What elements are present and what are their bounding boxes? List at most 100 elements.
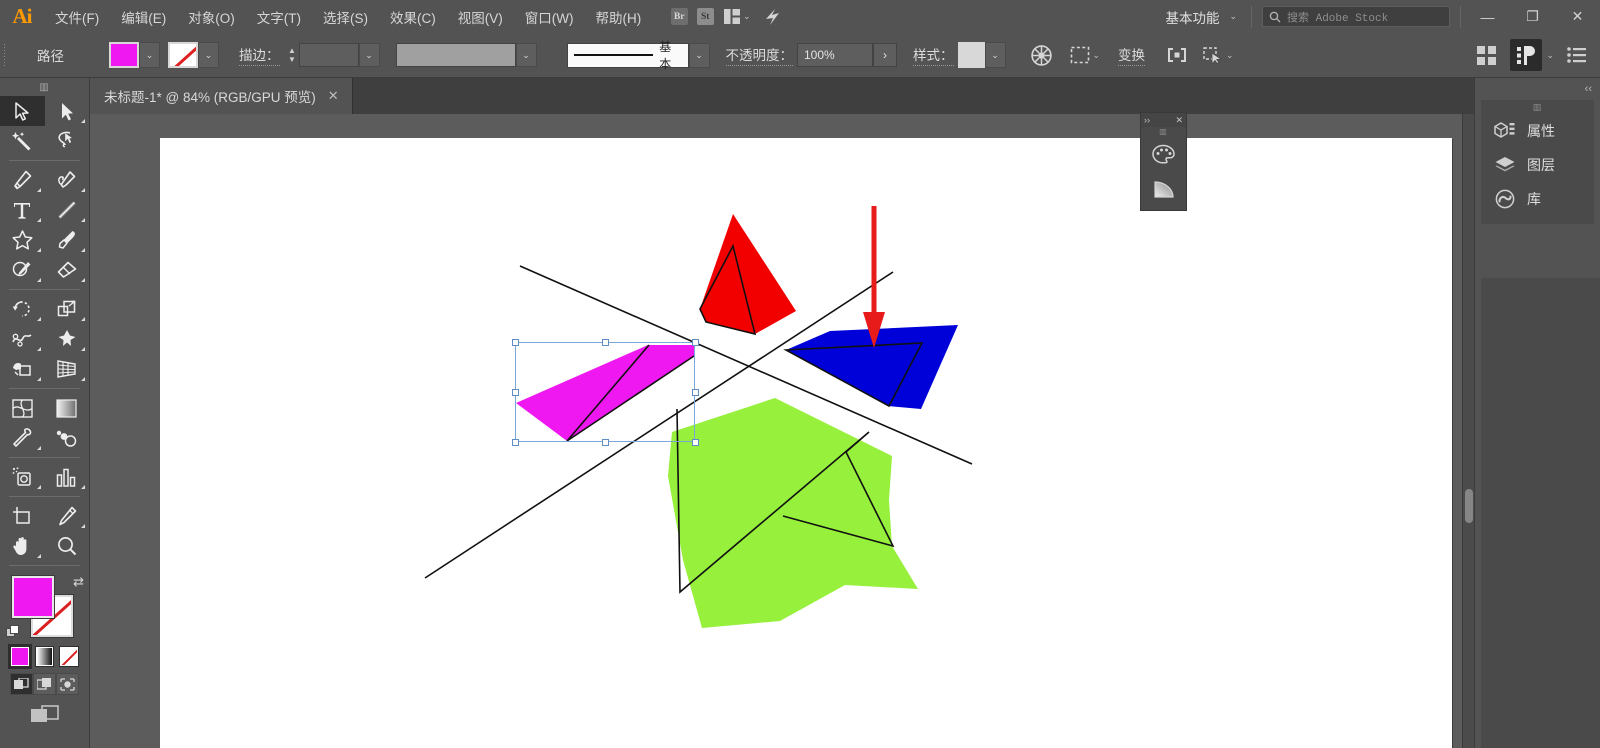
floating-panel-close-icon[interactable]: ✕ <box>1175 115 1183 126</box>
floating-panel-expand-icon[interactable]: ›› <box>1144 115 1150 125</box>
preferences-button[interactable] <box>1562 40 1590 70</box>
red-annotation-arrow[interactable] <box>863 206 885 348</box>
fill-chevron-down-icon[interactable]: ⌄ <box>139 42 160 68</box>
direct-selection-tool[interactable] <box>45 96 90 126</box>
stock-search-box[interactable]: 搜索 Adobe Stock <box>1262 6 1450 27</box>
stroke-swatch-none[interactable] <box>168 42 198 68</box>
bridge-button[interactable]: Br <box>666 0 692 33</box>
color-mode-gradient-button[interactable] <box>35 646 55 667</box>
selection-handle-bl[interactable] <box>512 439 519 446</box>
column-graph-tool[interactable] <box>45 462 90 492</box>
selection-handle-bc[interactable] <box>602 439 609 446</box>
menu-window[interactable]: 窗口(W) <box>514 0 585 33</box>
selection-handle-br[interactable] <box>692 439 699 446</box>
toolbar-fill-swatch[interactable] <box>12 576 54 618</box>
selection-handle-tr[interactable] <box>692 339 699 346</box>
right-dock-grip[interactable]: ▥ <box>1481 100 1594 114</box>
scale-tool[interactable] <box>45 294 90 324</box>
recolor-artwork-button[interactable] <box>1028 40 1056 70</box>
green-star[interactable] <box>668 398 918 628</box>
menu-file[interactable]: 文件(F) <box>44 0 110 33</box>
document-tab-close-icon[interactable]: ✕ <box>328 88 339 104</box>
selection-handle-tc[interactable] <box>602 339 609 346</box>
menu-object[interactable]: 对象(O) <box>177 0 246 33</box>
shaper-tool[interactable] <box>0 255 45 285</box>
draw-normal-button[interactable] <box>10 673 33 695</box>
fill-control[interactable]: ⌄ <box>109 42 160 68</box>
menu-select[interactable]: 选择(S) <box>312 0 379 33</box>
eyedropper-tool[interactable] <box>0 423 45 453</box>
color-mode-color-button[interactable] <box>10 646 30 667</box>
shape-builder-tool[interactable] <box>0 354 45 384</box>
stroke-profile-input[interactable] <box>396 43 516 67</box>
curvature-tool[interactable] <box>45 165 90 195</box>
document-tab[interactable]: 未标题-1* @ 84% (RGB/GPU 预览) ✕ <box>90 78 353 114</box>
floating-panel-grip[interactable]: ▥ <box>1141 127 1186 136</box>
menu-help[interactable]: 帮助(H) <box>584 0 652 33</box>
symbol-sprayer-tool[interactable] <box>0 462 45 492</box>
workspace-switcher[interactable]: 基本功能 ⌄ <box>1155 0 1247 33</box>
stroke-weight-chevron-down-icon[interactable]: ⌄ <box>359 43 380 67</box>
close-button[interactable]: ✕ <box>1555 0 1600 33</box>
fill-swatch[interactable] <box>109 42 139 68</box>
width-tool[interactable] <box>0 324 45 354</box>
canvas-area[interactable] <box>90 114 1474 748</box>
rotate-tool[interactable] <box>0 294 45 324</box>
draw-inside-button[interactable] <box>56 673 79 695</box>
graphic-style-swatch[interactable] <box>958 42 985 68</box>
stroke-profile-chevron-down-icon[interactable]: ⌄ <box>516 43 537 67</box>
document-setup-chevron-down-icon[interactable]: ⌄ <box>1546 50 1554 61</box>
perspective-grid-tool[interactable] <box>45 354 90 384</box>
paintbrush-tool[interactable] <box>45 225 90 255</box>
minimize-button[interactable]: — <box>1465 0 1510 33</box>
style-chevron-down-icon[interactable]: ⌄ <box>985 42 1006 68</box>
shape-tool[interactable] <box>0 225 45 255</box>
document-setup-button[interactable] <box>1510 39 1542 71</box>
select-similar-button[interactable]: ⌄ <box>1203 40 1234 70</box>
selection-bounding-box[interactable] <box>515 342 695 442</box>
mesh-tool[interactable] <box>0 393 45 423</box>
stroke-chevron-down-icon[interactable]: ⌄ <box>198 42 219 68</box>
red-polygon[interactable] <box>700 214 796 334</box>
free-transform-tool[interactable] <box>45 324 90 354</box>
pen-tool[interactable] <box>0 165 45 195</box>
selection-handle-mr[interactable] <box>692 389 699 396</box>
menu-view[interactable]: 视图(V) <box>447 0 514 33</box>
stroke-control[interactable]: ⌄ <box>168 42 219 68</box>
transform-button[interactable]: 变换 <box>1110 40 1153 70</box>
slice-tool[interactable] <box>45 501 90 531</box>
menu-type[interactable]: 文字(T) <box>246 0 312 33</box>
opacity-options-button[interactable]: › <box>873 43 897 67</box>
draw-behind-button[interactable] <box>33 673 56 695</box>
panel-properties[interactable]: 属性 <box>1481 114 1594 148</box>
arrange-documents-button[interactable]: ⌄ <box>718 0 756 33</box>
canvas-scroll-thumb[interactable] <box>1465 489 1473 523</box>
hand-tool[interactable] <box>0 531 45 561</box>
artboard-tool[interactable] <box>0 501 45 531</box>
gradient-tool[interactable] <box>45 393 90 423</box>
restore-button[interactable]: ❐ <box>1510 0 1555 33</box>
stroke-weight-input[interactable] <box>299 43 359 67</box>
blend-tool[interactable] <box>45 423 90 453</box>
color-mode-none-button[interactable] <box>59 646 79 667</box>
brush-definition-chevron-down-icon[interactable]: ⌄ <box>689 43 710 68</box>
default-fill-stroke-icon[interactable] <box>6 625 21 640</box>
selection-tool[interactable] <box>0 96 45 126</box>
stroke-weight-stepper[interactable]: ▲▼ <box>286 42 299 68</box>
control-bar-grip[interactable] <box>0 33 9 78</box>
selection-handle-tl[interactable] <box>512 339 519 346</box>
eraser-tool[interactable] <box>45 255 90 285</box>
type-tool[interactable] <box>0 195 45 225</box>
menu-effect[interactable]: 效果(C) <box>379 0 447 33</box>
panel-color-guide[interactable] <box>1141 136 1186 171</box>
align-button[interactable]: ⌄ <box>1070 40 1101 70</box>
line-segment-tool[interactable] <box>45 195 90 225</box>
artwork-svg[interactable] <box>90 114 1474 748</box>
canvas-vertical-scrollbar[interactable] <box>1462 114 1474 748</box>
selection-handle-ml[interactable] <box>512 389 519 396</box>
stock-button[interactable]: St <box>692 0 718 33</box>
swap-fill-stroke-icon[interactable]: ⇄ <box>73 574 84 590</box>
panel-gradient[interactable] <box>1141 171 1186 206</box>
lasso-tool[interactable] <box>45 126 90 156</box>
tools-panel-grip[interactable]: ▥ <box>0 78 89 96</box>
